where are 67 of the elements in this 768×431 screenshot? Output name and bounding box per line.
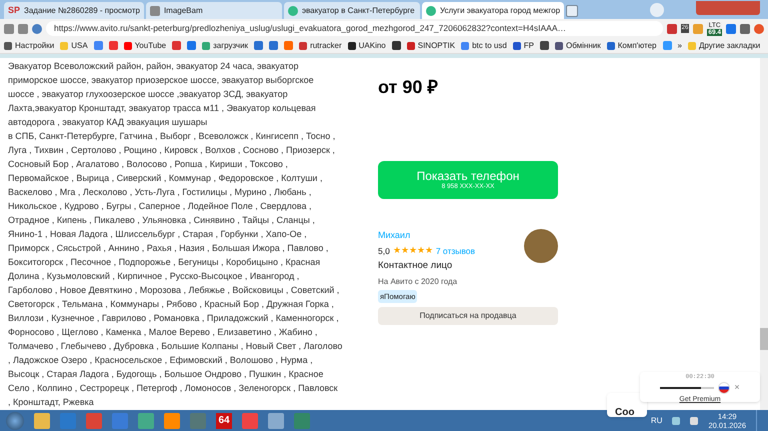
- star-icon: ★: [408, 246, 417, 256]
- taskbar-icon: [112, 412, 128, 428]
- taskbar-icon: [242, 412, 258, 428]
- bookmark-icon: [662, 41, 672, 50]
- close-button[interactable]: ×: [734, 381, 740, 394]
- taskbar-app[interactable]: 64: [216, 412, 232, 428]
- new-tab-icon[interactable]: [566, 5, 578, 17]
- bookmark-icon: [60, 42, 68, 50]
- bookmark-link[interactable]: rutracker: [299, 40, 342, 52]
- taskbar-icon: [164, 412, 180, 428]
- language-indicator[interactable]: RU: [650, 414, 662, 426]
- member-since: На Авито с 2020 года: [378, 276, 458, 288]
- price: от 90 ₽: [378, 76, 438, 99]
- contact-role: Контактное лицо: [378, 259, 454, 274]
- cookie-title: Coo: [615, 407, 634, 418]
- browser-tab[interactable]: эвакуатор в Санкт-Петербурге: [284, 2, 420, 19]
- bookmark-icon: [606, 42, 615, 50]
- bookmark-icon: [4, 42, 12, 50]
- taskbar-icon: [268, 412, 284, 428]
- taskbar-icon: [86, 412, 102, 428]
- folder-icon: [688, 42, 696, 50]
- bookmark-icon: [512, 42, 521, 50]
- window-controls[interactable]: [696, 1, 760, 15]
- bookmark-link[interactable]: Комп'ютер: [606, 40, 656, 52]
- taskbar-icon: [294, 412, 310, 428]
- browser-tab[interactable]: SP Задание №2860289 - просмотр: [4, 2, 144, 19]
- bookmark-link[interactable]: Настройки: [4, 40, 54, 52]
- bookmark-link[interactable]: SINOPTIK: [406, 40, 456, 52]
- subscribe-button[interactable]: Подписаться на продавца: [378, 306, 558, 325]
- bookmark-link[interactable]: Обмінник: [555, 40, 601, 52]
- tab-title: Задание №2860289 - просмотр: [24, 4, 140, 16]
- favicon-icon: [288, 6, 298, 16]
- more-bookmarks[interactable]: »: [678, 40, 682, 52]
- bookmark-link[interactable]: UAKino: [348, 40, 386, 52]
- rating-value: 5,0: [378, 244, 390, 258]
- address-field[interactable]: https://www.avito.ru/sankt-peterburg/predlozheniya_uslug/uslugi_evakuatora_gorod_mezhgorod_247_7206062832?context=H4sIAAA…: [46, 21, 663, 36]
- taskbar-icon: [60, 412, 76, 428]
- bookmark-link[interactable]: btc to usd: [461, 40, 507, 52]
- tab-search-icon[interactable]: [650, 3, 664, 17]
- favicon-icon: [426, 6, 436, 16]
- url-text: https://www.avito.ru/sankt-peterburg/predlozheniya_uslug/uslugi_evakuatora_gorod_mezhgorod_247_7206062832?context=H4sIAAA…: [54, 22, 566, 35]
- favicon-icon: [150, 6, 160, 16]
- tray-icon: [672, 416, 680, 424]
- star-icon: ★: [424, 246, 433, 256]
- taskbar-icon: [34, 412, 50, 428]
- star-icon: ★: [400, 246, 409, 256]
- star-icon: ★: [392, 246, 401, 256]
- bookmark-link[interactable]: загрузчик: [202, 40, 248, 52]
- bookmark-link[interactable]: YouTube: [124, 40, 166, 52]
- taskbar-icon: [190, 412, 206, 428]
- bookmark-folder[interactable]: Другие закладки: [688, 40, 760, 52]
- bookmark-icon: [461, 42, 470, 50]
- browser-tab[interactable]: ImageBam: [146, 2, 282, 19]
- tab-title: Услуги эвакуатора город межгор: [440, 4, 560, 16]
- avatar-placeholder: [524, 229, 558, 263]
- browser-tab[interactable]: Услуги эвакуатора город межгор: [422, 2, 564, 19]
- tab-title: эвакуатор в Санкт-Петербурге: [302, 4, 415, 16]
- bookmark-link[interactable]: FP: [512, 40, 534, 52]
- bookmark-link[interactable]: USA: [60, 40, 88, 52]
- start-icon[interactable]: [6, 412, 24, 430]
- bookmark-icon: [348, 42, 356, 50]
- scrollbar[interactable]: [760, 58, 768, 410]
- taskbar-icon: [138, 412, 154, 428]
- tab-title: ImageBam: [164, 4, 203, 16]
- star-icon: ★: [416, 246, 425, 256]
- tab-favicon: SP: [8, 4, 20, 17]
- description-paragraph: в СПБ, Санкт-Петербурге, Гатчина , Выборг , Всеволожск , Кингисепп , Тосно , Луга , Тихвин , Сертолово , Рощино , Кировск , Волхов , Сосново , Приозерск , Сосновый Бор , Агалатово , Волосово , Ропша , Кириши , Токсово , Первомайское , Вырица , Сиверский , Коммунар , Федоровское , Колтуши , Васкелово , Мга , Лесколово , Усть-Луга , Гостилицы , Мурино , Любань , Никольское , Кудрово , Бугры , Саперное , Лодейное Поле , Свердлова , Отрадное , Кипень , Пикалево , Ульяновка , Синявино , Тайцы , Сланцы , Янино-1 , Новая Ладога , Шлиссельбург , Старая , Горбунки , Хапо-Ое , Приморск , Сясьстрой , Аннино , Рахья , Назия , Большая Ижора , Павлово , Бокситогорск , Песочное , Подпорожье , Бегуницы , Коробицыно , Красная Долина , Кузьмоловский , Кирпичное , Русско-Высоцкое , Ивангород , Гарболово , Новое Девяткино , Морозова , Лебяжье , Войсковицы , Советский , Светогорск , Тельмана , Коммунары , Рябово , Красный Бор , Дружная Горка , Виллози , Кузнечное , Гаврилово , Романовка , Приладожский , Каменногорск , Форносово , Щеглово , Каменка , Малое Верево , Елизаветино , Жабино , Толмачево , Глебычево , Дубровка , Большие Колпаны , Новый Свет , Лаголово , Ладожское Озеро , Красносельское , Ефимовский , Волошово , Нурма , Высоцк , Старая Ладога , Будогощь , Большое Ондрово , Пушкин , Красное Село , Колпино , Сестрорецк , Петергоф , Ломоносов , Зеленогорск , Павловск , Кронштадт, Ржевка: [8, 130, 342, 409]
